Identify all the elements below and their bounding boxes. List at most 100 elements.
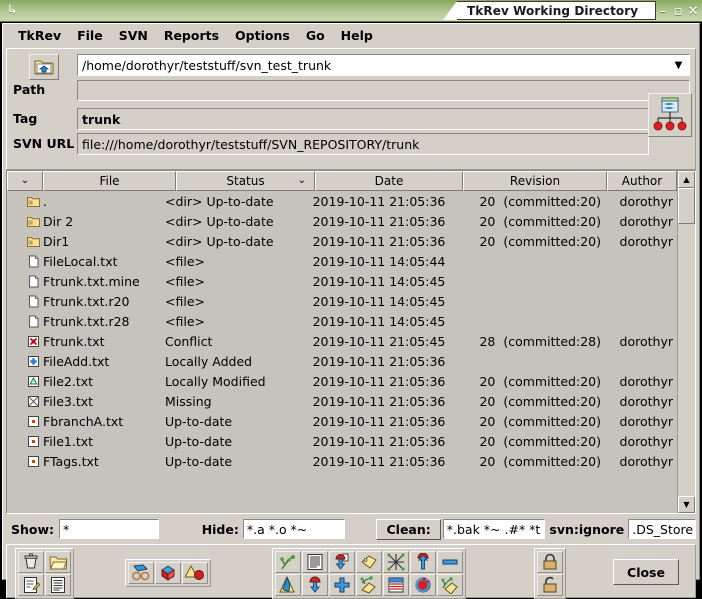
revert-cross-button[interactable] <box>383 551 409 573</box>
path-input[interactable] <box>77 80 690 101</box>
table-row[interactable]: FbranchA.txt Up-to-date 2019-10-11 21:05:3… <box>7 411 677 431</box>
clean-button[interactable]: Clean: <box>376 518 441 540</box>
scrollbar-thumb[interactable] <box>678 188 695 224</box>
file-name: Dir 2 <box>43 213 74 229</box>
menu-help[interactable]: Help <box>333 26 381 45</box>
cell-status: <dir> Up-to-date <box>165 193 274 209</box>
file-name: Ftrunk.txt.r28 <box>43 313 130 329</box>
chevron-down-icon[interactable]: ▼ <box>670 57 687 74</box>
branch-merge-button[interactable] <box>356 574 382 596</box>
table-row[interactable]: File3.txt Missing 2019-10-11 21:05:36 20 (co… <box>7 391 677 411</box>
table-row[interactable]: File2.txt Locally Modified 2019-10-11 21:0… <box>7 371 677 391</box>
toolbar-group-svn-ops <box>272 548 466 599</box>
checkout-down-button[interactable] <box>329 551 355 573</box>
log-lines-icon <box>306 553 324 571</box>
revision-detail: (committed:20) <box>503 453 601 469</box>
delete-trash-button[interactable] <box>18 551 44 573</box>
column-header-revision[interactable]: Revision <box>463 171 607 191</box>
revision-number: 20 <box>479 193 496 209</box>
tag-branch-button[interactable] <box>437 574 463 596</box>
lock-button[interactable] <box>537 551 563 573</box>
remove-minus-button[interactable] <box>437 551 463 573</box>
column-header-sort[interactable]: ⌄ <box>7 171 43 191</box>
tag-input[interactable]: trunk <box>77 108 649 130</box>
new-folder-icon <box>49 553 67 571</box>
scroll-up-button[interactable]: ▲ <box>678 171 695 188</box>
browse-path-button[interactable] <box>29 54 59 80</box>
svnignore-input[interactable]: .DS_Store <box>628 519 697 539</box>
table-row[interactable]: . <dir> Up-to-date 2019-10-11 21:05:36 20 (c… <box>7 191 677 211</box>
menu-reports[interactable]: Reports <box>156 26 227 45</box>
file-name: Ftrunk.txt.mine <box>43 273 140 289</box>
column-header-author[interactable]: Author <box>607 171 677 191</box>
cell-revision: 28 (committed:28) <box>464 334 601 349</box>
table-row[interactable]: FileLocal.txt <file> 2019-10-11 14:05:44 <box>7 251 677 271</box>
table-row[interactable]: FileAdd.txt Locally Added 2019-10-11 21:05… <box>7 351 677 371</box>
cell-revision: 20 (committed:20) <box>464 394 601 409</box>
vertical-scrollbar[interactable]: ▲ ▼ <box>677 171 695 513</box>
revert-button[interactable] <box>410 574 436 596</box>
unlock-button[interactable] <box>537 574 563 596</box>
close-window-button[interactable]: ✕ <box>686 1 700 21</box>
hide-input[interactable]: *.a *.o *~ <box>242 519 346 539</box>
annotate-button[interactable] <box>275 574 301 596</box>
menu-file[interactable]: File <box>69 26 111 45</box>
menu-tkrev[interactable]: TkRev <box>10 26 69 45</box>
file-name: File1.txt <box>43 433 94 449</box>
clean-input[interactable]: *.bak *~ .#* *t <box>442 519 546 539</box>
close-button[interactable]: Close <box>613 559 679 585</box>
filter-bar: Show: * Hide: *.a *.o *~ Clean: *.bak *~… <box>6 516 697 542</box>
column-header-status[interactable]: Status ⌄ <box>176 171 315 191</box>
table-row[interactable]: File1.txt Up-to-date 2019-10-11 21:05:36 20… <box>7 431 677 451</box>
chevron-down-icon: ⌄ <box>20 175 30 186</box>
column-header-date[interactable]: Date <box>315 171 463 191</box>
add-plus-button[interactable] <box>329 574 355 596</box>
new-folder-button[interactable] <box>45 551 71 573</box>
scroll-down-button[interactable]: ▼ <box>678 496 695 513</box>
table-row[interactable]: Ftrunk.txt.r28 <file> 2019-10-11 14:05:45 <box>7 311 677 331</box>
cell-author: dorothyr <box>619 333 673 349</box>
uptodate-file-icon <box>27 435 40 448</box>
menu-svn[interactable]: SVN <box>111 26 156 45</box>
maximize-button[interactable]: ▫ <box>671 1 685 21</box>
repository-browser-button[interactable] <box>648 93 692 137</box>
log-table-button[interactable] <box>383 574 409 596</box>
commit-up-button[interactable] <box>410 551 436 573</box>
revision-detail: (committed:20) <box>503 413 601 429</box>
table-row[interactable]: Ftrunk.txt.r20 <file> 2019-10-11 14:05:45 <box>7 291 677 311</box>
hide-label: Hide: <box>201 521 239 537</box>
table-row[interactable]: Ftrunk.txt.mine <file> 2019-10-11 14:05:45 <box>7 271 677 291</box>
cell-date: 2019-10-11 14:05:45 <box>312 273 446 289</box>
menu-go[interactable]: Go <box>298 26 333 45</box>
cell-revision: 20 (committed:20) <box>464 414 601 429</box>
table-row[interactable]: FTags.txt Up-to-date 2019-10-11 21:05:36 20… <box>7 451 677 471</box>
menu-options[interactable]: Options <box>227 26 298 45</box>
shapes-button[interactable] <box>182 562 208 584</box>
svnurl-input[interactable]: file:///home/dorothyr/teststuff/SVN_REPO… <box>77 133 649 155</box>
cell-date: 2019-10-11 14:05:45 <box>312 313 446 329</box>
edit-file-button[interactable] <box>18 574 44 596</box>
view-glasses-button[interactable] <box>128 562 154 584</box>
cell-revision: 20 (committed:20) <box>464 234 601 249</box>
tag-button[interactable] <box>356 551 382 573</box>
file-view-button[interactable] <box>45 574 71 596</box>
revision-number: 20 <box>479 373 496 389</box>
cell-status: Locally Added <box>165 353 253 369</box>
menu-bar: TkRev File SVN Reports Options Go Help <box>3 24 699 47</box>
log-lines-button[interactable] <box>302 551 328 573</box>
table-row[interactable]: Dir 2 <dir> Up-to-date 2019-10-11 21:05:36… <box>7 211 677 231</box>
minimize-button[interactable]: – <box>656 1 670 21</box>
table-row[interactable]: Dir1 <dir> Up-to-date 2019-10-11 21:05:36 2… <box>7 231 677 251</box>
table-row[interactable]: Ftrunk.txt Conflict 2019-10-11 21:05:45 28 (… <box>7 331 677 351</box>
tag-label: Tag <box>13 111 38 126</box>
application-window: ↳ TkRev Working Directory – ▫ ✕ TkRev Fi… <box>0 0 702 599</box>
branch-button[interactable] <box>275 551 301 573</box>
cell-status: <file> <box>165 273 205 289</box>
client-area: TkRev File SVN Reports Options Go Help /… <box>2 23 700 599</box>
title-bar: ↳ TkRev Working Directory – ▫ ✕ <box>0 0 702 22</box>
diff-cube-button[interactable] <box>155 562 181 584</box>
column-header-file[interactable]: File <box>43 171 176 191</box>
update-down-button[interactable] <box>302 574 328 596</box>
show-input[interactable]: * <box>59 519 159 539</box>
cell-file: FTags.txt <box>7 454 157 469</box>
